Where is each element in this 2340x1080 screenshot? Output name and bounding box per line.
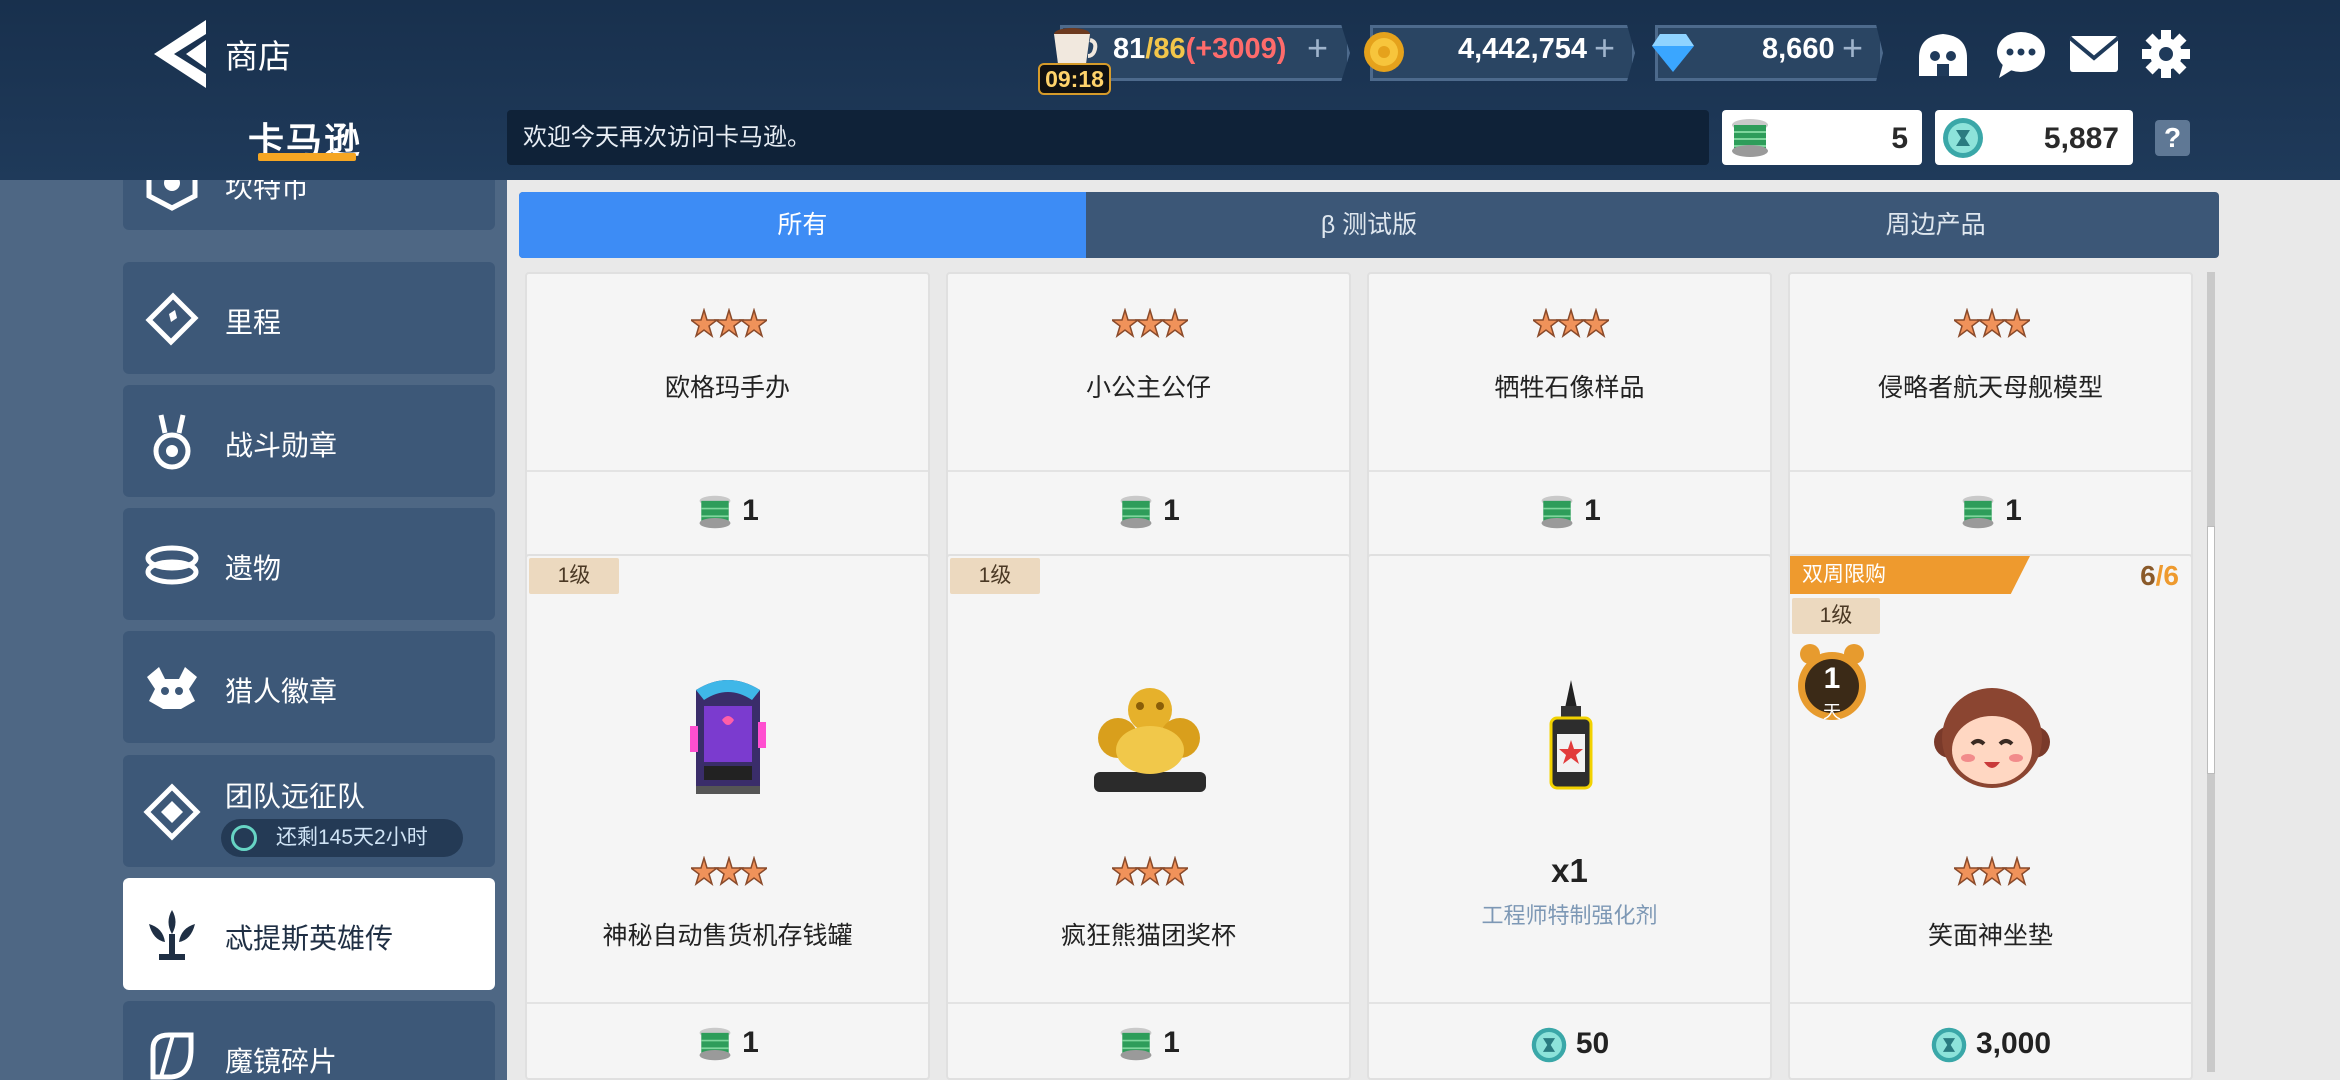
level-badge: 1级 [1792, 598, 1880, 634]
gems-value: 8,660 [1762, 33, 1835, 65]
chat-icon[interactable] [1993, 28, 2049, 80]
three-star-rating-icon [1533, 308, 1609, 338]
shop-tabs-overlay: 所有 β 测试版 周边产品 [519, 192, 2219, 258]
sidebar-item-team-expedition[interactable]: 团队远征队 还剩145天2小时 [123, 755, 495, 867]
product-price: 1 [948, 494, 1349, 530]
expedition-remaining-time: 还剩145天2小时 [221, 819, 463, 857]
thread-spool-icon [699, 1027, 731, 1061]
mirror-shard-icon [150, 1032, 194, 1080]
product-name: 侵略者航天母舰模型 [1877, 374, 2103, 402]
gold-coin-icon [1364, 32, 1404, 72]
timer-days-number: 1 [1823, 662, 1841, 695]
product-name: 笑面神坐垫 [1927, 922, 2053, 950]
product-price: 3,000 [1790, 1026, 2191, 1064]
sidebar-item-relic[interactable]: 遗物 [123, 508, 495, 620]
product-name: 工程师特制强化剂 [1481, 903, 1658, 928]
timer-days-unit: 天 [1823, 702, 1841, 722]
welcome-notice: 欢迎今天再次访问卡马逊。 [507, 110, 1709, 165]
medal-icon [153, 414, 191, 470]
booster-bottle-icon [1549, 680, 1593, 790]
page-title: 商店 [225, 38, 291, 75]
guild-icon[interactable] [1915, 28, 1971, 80]
product-card[interactable]: 1级 疯狂熊猫团奖杯 1 [946, 554, 1351, 1080]
level-badge: 1级 [950, 558, 1040, 594]
shard-coin-icon [1943, 118, 1983, 158]
sidebar-item-kant-coin[interactable]: 坎特币 [123, 180, 495, 230]
thread-spool-icon [699, 495, 731, 529]
gems-add-button[interactable]: + [1842, 27, 1863, 69]
stamina-timer: 09:18 [1038, 63, 1111, 95]
shop-main-panel: 所有 β 测试版 周边产品 欧格玛手办 1 小公主公仔 [507, 180, 2340, 1080]
product-name: 牺牲石像样品 [1494, 374, 1645, 402]
sidebar-item-battle-medal[interactable]: 战斗勋章 [123, 385, 495, 497]
clock-icon [231, 825, 257, 851]
three-star-rating-icon [1954, 308, 2030, 338]
product-price: 1 [527, 494, 928, 530]
scrollbar-thumb[interactable] [2207, 526, 2215, 774]
sidebar-item-mileage[interactable]: 里程 [123, 262, 495, 374]
mail-icon[interactable] [2066, 28, 2122, 80]
product-name: 疯狂熊猫团奖杯 [1060, 922, 1236, 950]
stamina-value: 81/86(+3009) [1113, 33, 1287, 65]
three-star-rating-icon [1954, 856, 2030, 886]
product-card[interactable]: 1级 神秘自动售货机存钱罐 1 [525, 554, 930, 1080]
category-sidebar: 坎特币 里程 战斗勋章 遗物 猎人徽章 团队远征队 还剩145天2小时 忒提斯英… [0, 180, 507, 1080]
level-badge: 1级 [529, 558, 619, 594]
tab-beta[interactable]: β 测试版 [1086, 192, 1653, 258]
product-name: 欧格玛手办 [664, 374, 790, 402]
sidebar-item-hero-legend[interactable]: 忒提斯英雄传 [123, 878, 495, 990]
hunter-badge-icon [147, 667, 197, 709]
top-bar: 商店 81/86(+3009) + 09:18 4,442,754 + 8,66… [0, 0, 2340, 180]
sidebar-item-hunter-badge[interactable]: 猎人徽章 [123, 631, 495, 743]
three-star-rating-icon [691, 308, 767, 338]
coins-value: 4,442,754 [1458, 33, 1588, 65]
thread-spool-icon [1120, 495, 1152, 529]
tab-all[interactable]: 所有 [519, 192, 1086, 258]
ticket-icon [145, 292, 199, 346]
product-card[interactable]: 双周限购 6/6 1级 1 天 笑面神坐垫 3,000 [1788, 554, 2193, 1080]
product-price: 1 [948, 1026, 1349, 1062]
shop-name-underline [258, 153, 356, 161]
gold-trophy-icon [1094, 688, 1206, 792]
product-name: 小公主公仔 [1085, 374, 1211, 402]
product-price: 1 [1790, 494, 2191, 530]
product-price: 1 [527, 1026, 928, 1062]
thread-currency-value: 5 [1891, 122, 1908, 155]
relic-icon [145, 545, 199, 585]
help-button[interactable]: ? [2155, 120, 2190, 156]
shard-currency-box: 5,887 [1935, 110, 2133, 165]
shard-coin-icon [1531, 1027, 1567, 1063]
smiling-cushion-icon [1934, 688, 2050, 788]
kant-coin-icon [146, 180, 198, 211]
purchase-limit-count: 6/6 [2140, 560, 2179, 591]
thread-spool-icon [1541, 495, 1573, 529]
back-arrow-icon[interactable] [148, 18, 210, 90]
thread-currency-box: 5 [1722, 110, 1922, 165]
three-star-rating-icon [1112, 308, 1188, 338]
thread-spool-icon [1732, 119, 1768, 157]
settings-gear-icon[interactable] [2138, 28, 2194, 80]
thread-spool-icon [1120, 1027, 1152, 1061]
product-quantity: x1 [1551, 852, 1588, 889]
product-name: 神秘自动售货机存钱罐 [602, 922, 853, 950]
thread-spool-icon [1962, 495, 1994, 529]
product-price: 50 [1369, 1026, 1770, 1064]
gem-icon [1652, 34, 1694, 72]
stamina-add-button[interactable]: + [1307, 27, 1328, 69]
expedition-icon [143, 783, 201, 841]
product-price: 1 [1369, 494, 1770, 530]
sidebar-item-mirror-shard[interactable]: 魔镜碎片 [123, 1001, 495, 1080]
shard-currency-value: 5,887 [2043, 122, 2119, 155]
coins-add-button[interactable]: + [1594, 27, 1615, 69]
shard-coin-icon [1931, 1027, 1967, 1063]
biweekly-limit-ribbon: 双周限购 [1790, 556, 2030, 594]
three-star-rating-icon [1112, 856, 1188, 886]
hero-legend-icon [149, 910, 195, 960]
vending-machine-icon [690, 680, 766, 794]
three-star-rating-icon [691, 856, 767, 886]
tab-merch[interactable]: 周边产品 [1652, 192, 2219, 258]
product-card[interactable]: x1 工程师特制强化剂 50 [1367, 554, 1772, 1080]
